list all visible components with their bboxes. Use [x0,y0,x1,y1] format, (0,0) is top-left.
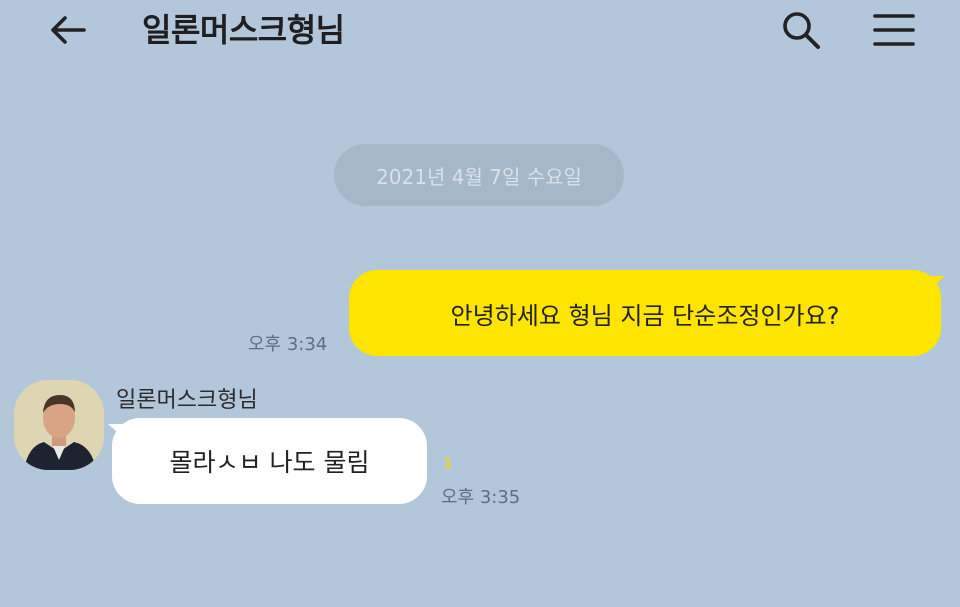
search-icon [783,12,820,49]
outgoing-message-bubble[interactable]: 안녕하세요 형님 지금 단순조정인가요? [349,270,945,356]
avatar-image [14,380,104,470]
chat-header: 일론머스크형님 [0,0,960,64]
hamburger-menu-icon [873,14,915,46]
menu-button[interactable] [866,6,922,54]
date-divider: 2021년 4월 7일 수요일 [334,144,624,206]
chat-title: 일론머스크형님 [142,11,345,49]
search-button[interactable] [774,6,828,54]
message-time: 오후 3:35 [441,487,521,508]
avatar[interactable] [14,380,104,470]
incoming-message-bubble[interactable]: 몰라ㅅㅂ 나도 물림 [108,418,427,504]
arrow-left-icon [51,16,86,44]
unread-count: 1 [443,456,453,472]
message-time: 오후 3:34 [248,334,328,355]
back-button[interactable] [40,10,96,50]
sender-name: 일론머스크형님 [116,388,258,413]
